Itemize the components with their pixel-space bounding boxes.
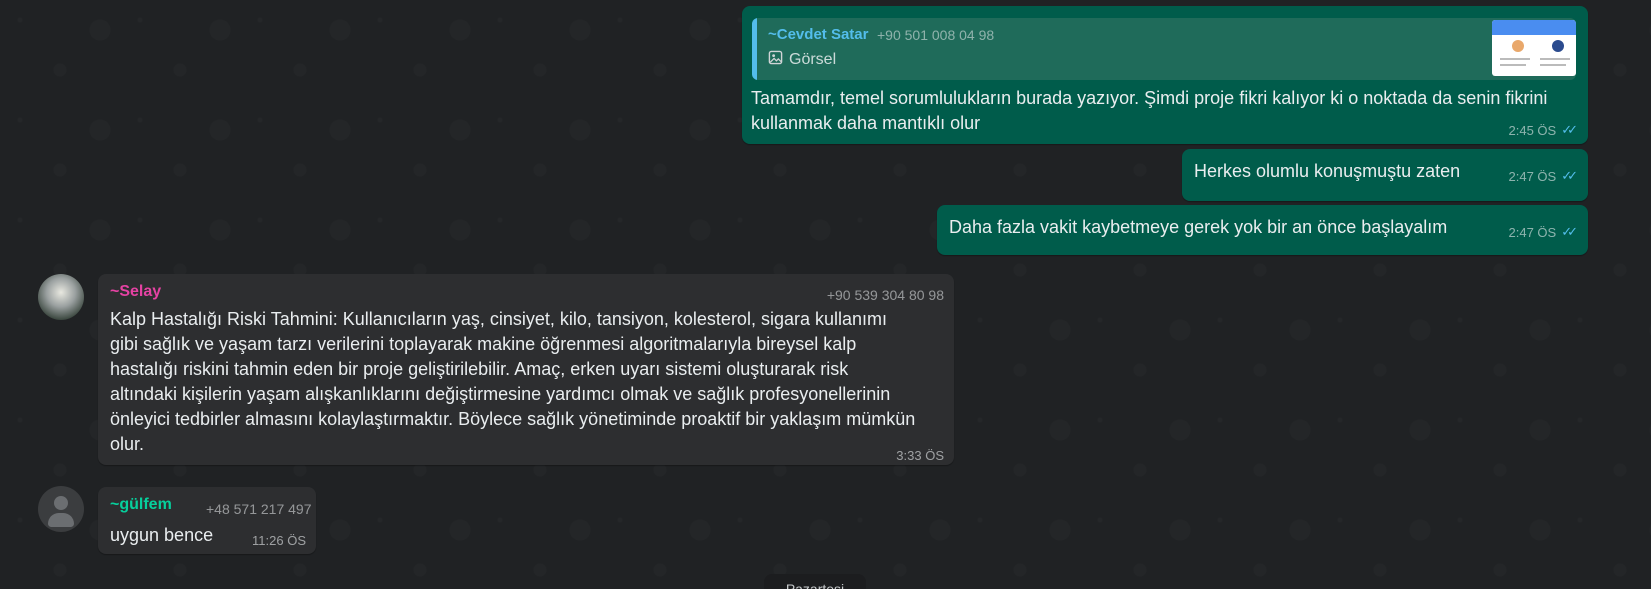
double-check-icon: ✓✓	[1561, 122, 1578, 137]
message-time: 2:47 ÖS	[1508, 224, 1557, 240]
double-check-icon: ✓✓	[1561, 224, 1578, 239]
message-meta: 2:45 ÖS ✓✓	[1509, 122, 1579, 138]
quoted-image-thumbnail[interactable]	[1492, 20, 1576, 76]
message-text: Herkes olumlu konuşmuştu zaten	[1194, 161, 1461, 181]
date-divider: Pazartesi	[764, 574, 866, 589]
avatar-gulfem[interactable]	[38, 486, 84, 532]
message-text: uygun bence	[110, 525, 214, 545]
message-text: Tamamdır, temel sorumlulukların burada y…	[751, 88, 1548, 133]
message-time: 2:47 ÖS	[1508, 168, 1557, 184]
sender-phone: +48 571 217 497	[206, 501, 312, 517]
chat-panel: ~Cevdet Satar +90 501 008 04 98 Görsel T…	[0, 0, 1651, 589]
outgoing-message[interactable]: Daha fazla vakit kaybetmeye gerek yok bi…	[937, 205, 1588, 255]
double-check-icon: ✓✓	[1561, 168, 1578, 183]
message-meta: 3:33 ÖS	[896, 448, 944, 463]
message-meta: 2:47 ÖS ✓✓	[1509, 224, 1579, 240]
outgoing-message-quoted[interactable]: ~Cevdet Satar +90 501 008 04 98 Görsel T…	[742, 6, 1588, 144]
sender-name[interactable]: ~Selay	[110, 283, 161, 301]
message-time: 11:26 ÖS	[252, 533, 306, 548]
message-time: 2:45 ÖS	[1508, 122, 1557, 138]
avatar-selay[interactable]	[38, 274, 84, 320]
quoted-sender-name: ~Cevdet Satar	[768, 26, 869, 43]
quoted-sender-phone: +90 501 008 04 98	[877, 27, 995, 43]
quoted-media-type: Görsel	[789, 51, 837, 68]
message-text: Daha fazla vakit kaybetmeye gerek yok bi…	[949, 217, 1448, 237]
message-text: Kalp Hastalığı Riski Tahmini: Kullanıcıl…	[110, 309, 916, 454]
outgoing-message[interactable]: Herkes olumlu konuşmuştu zaten 2:47 ÖS ✓…	[1182, 149, 1588, 201]
message-meta: 11:26 ÖS	[252, 533, 306, 548]
message-meta: 2:47 ÖS ✓✓	[1509, 168, 1579, 184]
quote-accent-bar	[752, 18, 757, 80]
sender-name[interactable]: ~gülfem	[110, 496, 172, 514]
quoted-message[interactable]: ~Cevdet Satar +90 501 008 04 98 Görsel	[752, 18, 1576, 80]
quoted-media-label: Görsel	[768, 50, 836, 70]
incoming-message-selay[interactable]: ~Selay +90 539 304 80 98 Kalp Hastalığı …	[98, 274, 954, 465]
sender-phone: +90 539 304 80 98	[826, 287, 944, 303]
incoming-message-gulfem[interactable]: ~gülfem +48 571 217 497 uygun bence 11:2…	[98, 487, 316, 554]
message-time: 3:33 ÖS	[896, 448, 944, 463]
image-icon	[768, 50, 783, 70]
